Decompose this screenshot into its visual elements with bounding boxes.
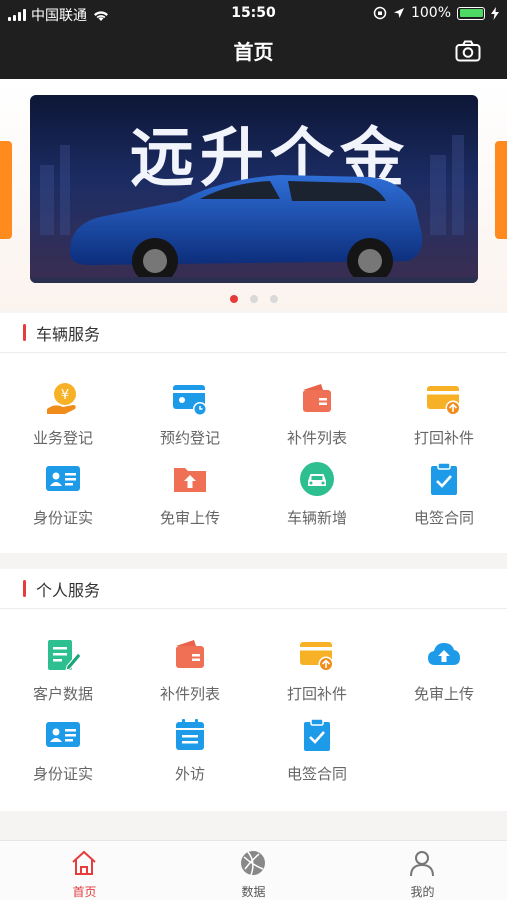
page-title: 首页: [233, 40, 274, 64]
card-return-icon: [427, 386, 461, 416]
carousel-dot-1[interactable]: [229, 295, 238, 303]
charging-icon: [491, 6, 499, 20]
section-title: 车辆服务: [36, 324, 101, 344]
home-icon: [72, 850, 96, 875]
wallet-icon: [303, 384, 331, 412]
globe-icon: [241, 851, 265, 876]
clipboard-check-icon: [304, 718, 330, 751]
top-bar: 中国联通 15:50 100% 首页: [0, 0, 507, 79]
service-item-id-verify[interactable]: 身份证实: [0, 717, 126, 797]
personal-services-section: 个人服务 客户数据 补件列表 打回补件 免审上传 身份证实 外访 电签合同: [0, 569, 507, 811]
vehicle-services-section: 车辆服务 ¥ 业务登记 预约登记 补件列表 打回补件 身份证实 免审上传 车辆新…: [0, 313, 507, 553]
tab-mine[interactable]: 我的: [338, 841, 507, 900]
service-item-exempt-upload[interactable]: 免审上传: [381, 637, 507, 717]
calendar-list-icon: [176, 719, 204, 750]
bottom-tab-bar: 首页 数据 我的: [0, 840, 507, 900]
service-item-id-verify[interactable]: 身份证实: [0, 461, 126, 541]
carousel-dot-3[interactable]: [269, 295, 278, 303]
service-item-returned-supplement[interactable]: 打回补件: [381, 381, 507, 461]
location-icon: [393, 8, 404, 18]
carousel-dots: [0, 295, 507, 303]
card-clock-icon: [173, 385, 207, 416]
service-item-business-register[interactable]: ¥ 业务登记: [0, 381, 126, 461]
user-icon: [410, 851, 434, 877]
service-item-supplement-list[interactable]: 补件列表: [254, 381, 380, 461]
service-item-exempt-upload[interactable]: 免审上传: [127, 461, 253, 541]
carousel-dot-2[interactable]: [249, 295, 258, 303]
service-item-e-contract[interactable]: 电签合同: [381, 461, 507, 541]
svg-text:¥: ¥: [61, 388, 69, 403]
prev-slide-peek[interactable]: [0, 141, 12, 239]
wallet-icon: [176, 640, 204, 668]
edit-doc-icon: [48, 640, 81, 671]
service-item-add-vehicle[interactable]: 车辆新增: [254, 461, 380, 541]
service-item-field-visit[interactable]: 外访: [127, 717, 253, 797]
next-slide-peek[interactable]: [495, 141, 507, 239]
clipboard-check-icon: [431, 462, 457, 495]
service-item-returned-supplement[interactable]: 打回补件: [254, 637, 380, 717]
cloud-upload-icon: [428, 643, 460, 665]
folder-upload-icon: [174, 468, 206, 492]
section-title: 个人服务: [36, 580, 101, 600]
service-item-customer-data[interactable]: 客户数据: [0, 637, 126, 717]
battery-icon: [457, 6, 485, 20]
orientation-lock-icon: [373, 6, 387, 20]
banner-image: 远升个金: [30, 122, 478, 283]
service-item-supplement-list[interactable]: 补件列表: [127, 637, 253, 717]
car-icon: [300, 462, 334, 496]
money-bag-icon: ¥: [47, 383, 76, 414]
banner-slide[interactable]: 远升个金: [30, 95, 478, 283]
card-return-icon: [300, 642, 334, 672]
tab-data[interactable]: 数据: [169, 841, 338, 900]
camera-icon[interactable]: [455, 40, 481, 62]
section-marker: [23, 324, 26, 341]
section-marker: [23, 580, 26, 597]
service-item-appointment[interactable]: 预约登记: [127, 381, 253, 461]
status-bar: 中国联通 15:50 100%: [0, 0, 507, 28]
banner-carousel[interactable]: 远升个金: [0, 79, 507, 311]
id-card-icon: [46, 722, 80, 747]
id-card-icon: [46, 466, 80, 491]
battery-percent: 100%: [410, 5, 451, 21]
tab-home[interactable]: 首页: [0, 841, 169, 900]
service-item-e-contract[interactable]: 电签合同: [254, 717, 380, 797]
